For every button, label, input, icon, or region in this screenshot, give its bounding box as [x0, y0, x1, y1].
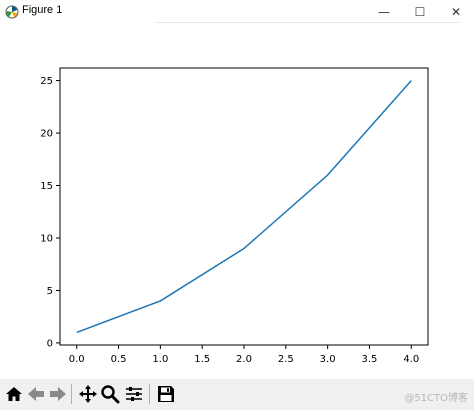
x-tick-label: 1.5: [194, 354, 210, 365]
y-tick-label: 0: [47, 338, 53, 349]
back-button[interactable]: [25, 383, 47, 405]
forward-arrow-icon: [50, 387, 66, 401]
x-tick-label: 2.5: [278, 354, 294, 365]
x-tick-label: 2.0: [236, 354, 252, 365]
window-title: Figure 1: [22, 4, 63, 16]
x-tick-label: 3.0: [320, 354, 336, 365]
maximize-icon: ☐: [414, 5, 426, 19]
back-arrow-icon: [28, 387, 44, 401]
figure-canvas[interactable]: 0.0 0.5 1.0 1.5 2.0 2.5 3.0 3.5 4.0 0 5 10 15 20 25: [0, 24, 474, 379]
configure-subplots-button[interactable]: [123, 383, 145, 405]
configure-subplots-icon: [126, 387, 142, 401]
maximize-button[interactable]: ☐: [402, 0, 438, 24]
y-tick-label: 15: [40, 181, 53, 192]
x-axis: 0.0 0.5 1.0 1.5 2.0 2.5 3.0 3.5 4.0: [69, 345, 419, 365]
pan-icon: [79, 385, 97, 403]
navigation-toolbar: @51CTO博客: [0, 379, 474, 410]
y-axis: 0 5 10 15 20 25: [40, 76, 60, 349]
titlebar-divider: [155, 22, 460, 23]
x-tick-label: 3.5: [362, 354, 378, 365]
y-tick-label: 20: [40, 129, 53, 140]
minimize-icon: —: [378, 5, 390, 19]
home-button[interactable]: [3, 383, 25, 405]
y-tick-label: 10: [40, 233, 53, 244]
y-tick-label: 5: [47, 286, 53, 297]
zoom-button[interactable]: [99, 383, 121, 405]
forward-button[interactable]: [47, 383, 69, 405]
toolbar-separator: [149, 384, 150, 404]
close-icon: ✕: [450, 5, 462, 19]
pan-button[interactable]: [77, 383, 99, 405]
watermark-text: @51CTO博客: [404, 393, 468, 404]
close-button[interactable]: ✕: [438, 0, 474, 24]
window-titlebar: Figure 1 — ☐ ✕: [0, 0, 474, 24]
x-tick-label: 4.0: [403, 354, 419, 365]
save-icon: [158, 386, 174, 402]
minimize-button[interactable]: —: [366, 0, 402, 24]
y-tick-label: 25: [40, 76, 53, 87]
x-tick-label: 1.0: [152, 354, 168, 365]
x-tick-label: 0.0: [69, 354, 85, 365]
toolbar-separator: [71, 384, 72, 404]
matplotlib-logo-icon: [5, 5, 19, 19]
axes-frame: [59, 67, 429, 346]
zoom-icon: [101, 385, 120, 404]
x-tick-label: 0.5: [111, 354, 127, 365]
home-icon: [6, 387, 22, 401]
save-button[interactable]: [155, 383, 177, 405]
